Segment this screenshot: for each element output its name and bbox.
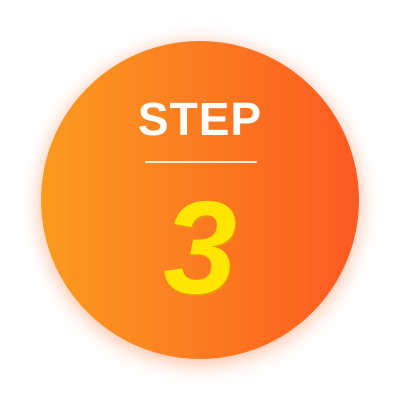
- badge-divider-line: [145, 161, 257, 163]
- step-label: STEP: [137, 93, 263, 145]
- step-badge-graphic: STEP 3: [0, 0, 414, 414]
- step-number: 3: [163, 174, 237, 321]
